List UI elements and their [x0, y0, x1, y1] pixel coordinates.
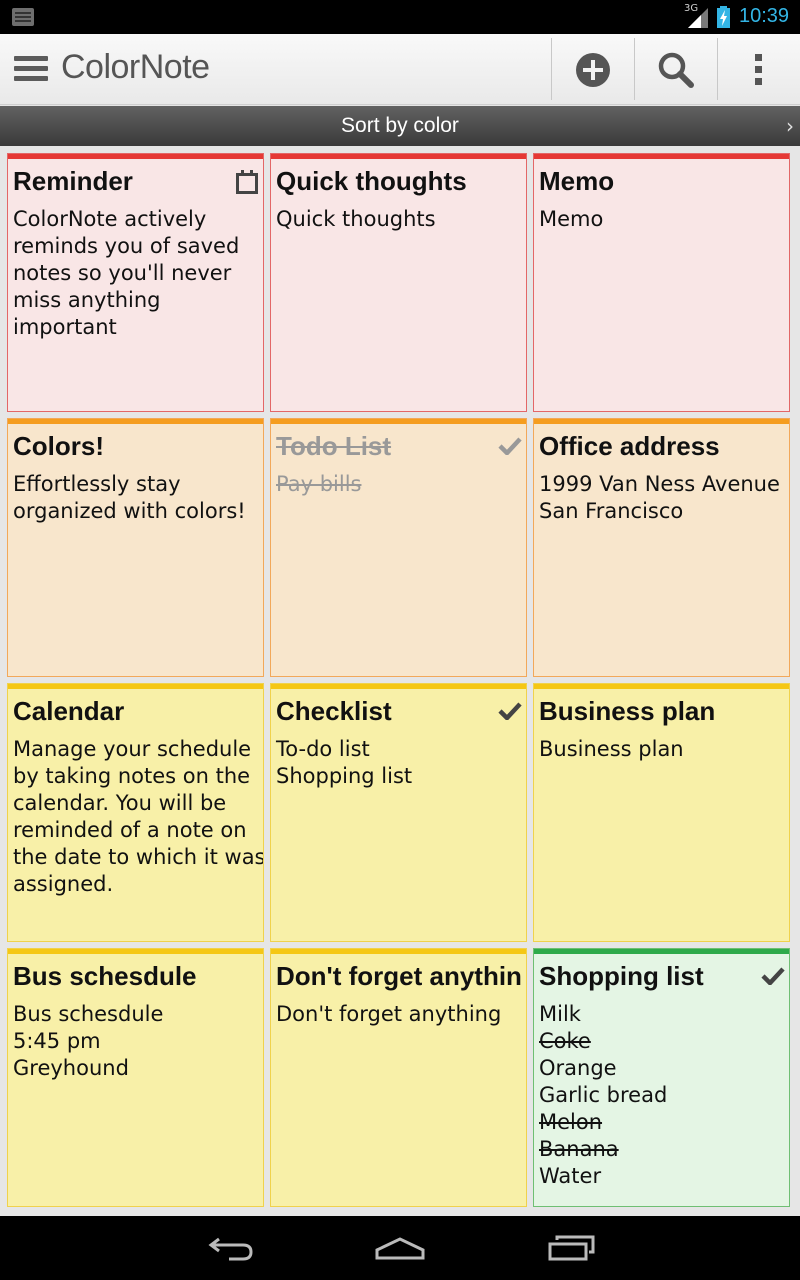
note-color-bar: [271, 154, 526, 159]
sort-bar[interactable]: Sort by color ›: [0, 106, 800, 146]
note-color-bar: [8, 684, 263, 689]
note-body: Pay bills: [276, 472, 362, 496]
add-icon: [576, 52, 610, 87]
note-body: Don't forget anything: [276, 1002, 502, 1026]
note-card[interactable]: Memo Memo: [533, 153, 790, 412]
checkmark-icon: [498, 702, 522, 720]
note-title: Business plan: [539, 696, 716, 726]
back-button[interactable]: [200, 1230, 260, 1266]
note-title: Colors!: [13, 431, 104, 461]
home-icon: [375, 1237, 425, 1260]
checkmark-icon: [498, 437, 522, 455]
calendar-icon: [236, 170, 258, 194]
note-card[interactable]: Checklist To-do list Shopping list: [270, 683, 527, 942]
note-title: Reminder: [13, 166, 133, 196]
note-color-bar: [534, 419, 789, 424]
note-color-bar: [534, 949, 789, 954]
note-color-bar: [271, 419, 526, 424]
note-body: 1999 Van Ness Avenue San Francisco: [539, 472, 780, 523]
menu-icon[interactable]: [14, 56, 48, 82]
overflow-menu-icon: [755, 53, 762, 85]
note-card[interactable]: Don't forget anything Don't forget anyth…: [270, 948, 527, 1207]
note-card[interactable]: Shopping list Milk Coke Orange Garlic br…: [533, 948, 790, 1207]
navigation-bar: [0, 1216, 800, 1280]
recent-apps-button[interactable]: [541, 1230, 601, 1266]
note-card[interactable]: Colors! Effortlessly stay organized with…: [7, 418, 264, 677]
note-title: Calendar: [13, 696, 125, 726]
home-button[interactable]: [370, 1230, 430, 1266]
note-body: ColorNote actively reminds you of saved …: [13, 207, 240, 339]
action-bar: ColorNote: [0, 34, 800, 105]
note-color-bar: [271, 949, 526, 954]
recent-apps-icon: [548, 1235, 595, 1261]
chevron-right-icon: ›: [786, 114, 794, 138]
checkmark-icon: [761, 967, 785, 985]
note-title: Memo: [539, 166, 615, 196]
note-card-completed[interactable]: Todo List Pay bills: [270, 418, 527, 677]
note-color-bar: [8, 419, 263, 424]
search-button[interactable]: [635, 34, 717, 105]
search-icon: [658, 52, 694, 88]
note-card[interactable]: Calendar Manage your schedule by taking …: [7, 683, 264, 942]
note-card[interactable]: Quick thoughts Quick thoughts: [270, 153, 527, 412]
note-color-bar: [8, 154, 263, 159]
note-title: Office address: [539, 431, 720, 461]
note-color-bar: [271, 684, 526, 689]
note-title: Bus schesdule: [13, 961, 197, 991]
notification-icon: [12, 8, 34, 26]
clock: 10:39: [739, 5, 790, 27]
note-body: To-do list Shopping list: [276, 737, 413, 788]
note-card[interactable]: Business plan Business plan: [533, 683, 790, 942]
note-body: Business plan: [539, 737, 684, 761]
note-body: Bus schesdule 5:45 pm Greyhound: [13, 1002, 164, 1080]
note-title: Todo List: [276, 431, 392, 461]
overflow-menu-button[interactable]: [718, 34, 800, 105]
back-icon: [208, 1237, 253, 1261]
note-body: Milk Coke Orange Garlic bread Melon Bana…: [539, 1002, 668, 1188]
note-body: Quick thoughts: [276, 207, 436, 231]
note-body: Manage your schedule by taking notes on …: [13, 737, 264, 896]
battery-charging-icon: [717, 6, 730, 28]
add-note-button[interactable]: [552, 34, 634, 105]
note-body: Effortlessly stay organized with colors!: [13, 472, 246, 523]
sort-label: Sort by color: [341, 114, 459, 137]
note-color-bar: [8, 949, 263, 954]
note-card[interactable]: Office address 1999 Van Ness Avenue San …: [533, 418, 790, 677]
note-title: Don't forget anything: [276, 961, 522, 991]
note-title: Checklist: [276, 696, 392, 726]
note-card[interactable]: Reminder ColorNote actively reminds you …: [7, 153, 264, 412]
note-title: Quick thoughts: [276, 166, 467, 196]
note-card[interactable]: Bus schesdule Bus schesdule 5:45 pm Grey…: [7, 948, 264, 1207]
note-title: Shopping list: [539, 961, 704, 991]
status-bar: 3G 10:39: [0, 0, 800, 34]
note-color-bar: [534, 684, 789, 689]
note-color-bar: [534, 154, 789, 159]
app-title: ColorNote: [61, 48, 210, 86]
note-body: Memo: [539, 207, 604, 231]
notes-grid: Reminder ColorNote actively reminds you …: [7, 153, 791, 1209]
signal-icon: [688, 8, 708, 28]
